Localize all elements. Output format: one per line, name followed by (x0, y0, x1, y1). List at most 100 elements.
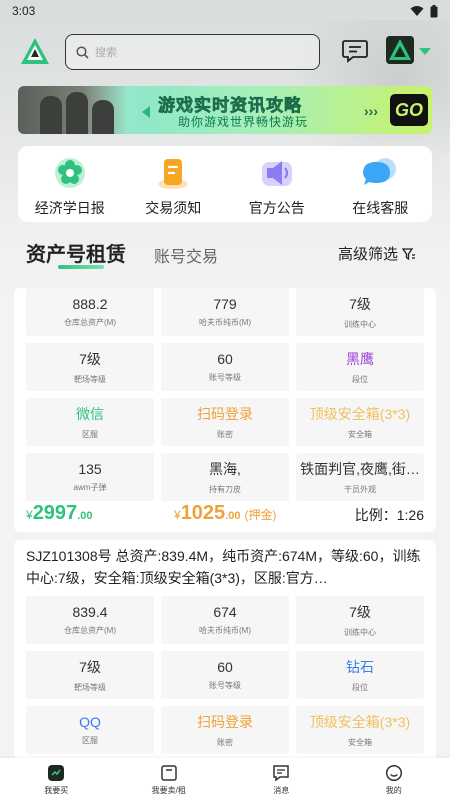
wifi-icon (410, 6, 424, 16)
nav-item-profile[interactable]: 我的 (338, 758, 450, 800)
quick-link-label: 经济学日报 (34, 200, 105, 216)
nav-item-messages[interactable]: 消息 (225, 758, 338, 800)
top-header: 搜索 (0, 30, 450, 74)
stat-label: 段位 (352, 375, 368, 384)
nav-label: 我的 (385, 786, 402, 795)
tab-asset-rental[interactable]: 资产号租赁 (26, 238, 126, 267)
listing-card[interactable]: SJZ101308号 总资产:839.4M，纯币资产:674M，等级:60，训练… (14, 540, 436, 760)
stat-cell: 钻石 段位 (296, 651, 424, 699)
stat-label: 持有刀皮 (209, 485, 241, 494)
stat-label: 区服 (82, 736, 98, 745)
battery-icon (430, 4, 438, 17)
price-row: ¥2997.00 ¥1025.00 (押金) 比例：1:26 (26, 502, 424, 526)
stat-cell: 微信 区服 (26, 398, 154, 446)
listing-title: SJZ101308号 总资产:839.4M，纯币资产:674M，等级:60，训练… (26, 548, 421, 586)
stat-cell: 779 哈夫币纯币(M) (161, 288, 289, 336)
stat-cell: 888.2 仓库总资产(M) (26, 288, 154, 336)
rental-price: ¥2997.00 (26, 502, 92, 525)
quick-link-trade-notice[interactable]: 交易须知 (122, 146, 226, 222)
banner-soldiers-art (18, 86, 128, 134)
stat-cell: 674 哈夫币纯币(M) (161, 596, 289, 644)
stat-label: 区服 (82, 430, 98, 439)
stat-cell: 839.4 仓库总资产(M) (26, 596, 154, 644)
profile-icon (385, 764, 402, 782)
speaker-icon (261, 161, 292, 186)
advanced-filter-button[interactable]: 高级筛选 (338, 243, 416, 264)
stat-value: 黑海, (209, 461, 241, 477)
stat-label: 账号等级 (209, 373, 241, 382)
chevron-down-icon[interactable] (419, 48, 431, 55)
stat-cell: 60 账号等级 (161, 343, 289, 391)
deposit-currency: ¥ (174, 508, 181, 522)
stat-value: 60 (217, 351, 233, 367)
stat-cell: 扫码登录 账密 (161, 706, 289, 754)
quick-link-label: 在线客服 (352, 200, 409, 216)
stat-value: 7级 (349, 296, 371, 312)
shop-bag-icon (48, 765, 65, 781)
stat-label: 仓库总资产(M) (64, 318, 116, 327)
nav-item-sell-rent[interactable]: 我要卖/租 (113, 758, 226, 800)
stat-label: 哈夫币纯币(M) (199, 626, 251, 635)
listing-card[interactable]: 888.2 仓库总资产(M) 779 哈夫币纯币(M) 7级 训练中心 7级 靶场等级 … (14, 288, 436, 532)
stat-cell: 黑鹰 段位 (296, 343, 424, 391)
banner-go-button[interactable]: GO (390, 94, 428, 126)
stat-value: 微信 (76, 406, 104, 422)
stat-label: 训练中心 (344, 320, 376, 329)
stat-value: QQ (79, 714, 101, 730)
flower-icon (54, 158, 85, 188)
quick-link-economics-daily[interactable]: 经济学日报 (18, 146, 122, 222)
stat-value: 扫码登录 (197, 406, 253, 422)
stat-cell: 黑海, 持有刀皮 (161, 453, 289, 501)
user-avatar[interactable] (386, 36, 414, 64)
search-placeholder: 搜索 (95, 47, 117, 59)
stat-value: 黑鹰 (346, 351, 374, 367)
stat-value: 钻石 (346, 659, 374, 675)
exchange-ratio: 比例：1:26 (354, 507, 424, 523)
chat-bubble-icon (363, 158, 397, 185)
tab-account-trade[interactable]: 账号交易 (154, 243, 218, 267)
stat-value: 779 (213, 296, 237, 312)
quick-link-customer-service[interactable]: 在线客服 (329, 146, 433, 222)
banner-arrow-icon (142, 106, 150, 118)
listing-stats-grid: 888.2 仓库总资产(M) 779 哈夫币纯币(M) 7级 训练中心 7级 靶场等级 … (26, 288, 424, 501)
stat-label: awm子弹 (73, 483, 107, 492)
promo-banner[interactable]: 游戏实时资讯攻略 助你游戏世界畅快游玩 ››› GO (18, 86, 432, 134)
stat-label: 靶场等级 (74, 683, 106, 692)
stat-value: 顶级安全箱(3*3) (309, 406, 411, 422)
nav-label: 消息 (273, 786, 290, 795)
stat-cell: 135 awm子弹 (26, 453, 154, 501)
nav-item-buy[interactable]: 我要买 (0, 758, 113, 800)
status-time: 3:03 (12, 4, 36, 18)
search-input[interactable]: 搜索 (65, 34, 320, 70)
message-center-icon[interactable] (342, 39, 368, 63)
advanced-filter-label: 高级筛选 (338, 246, 399, 263)
status-icons (410, 4, 438, 18)
document-icon (158, 159, 189, 189)
filter-icon (402, 247, 416, 260)
listing-stats-grid: 839.4 仓库总资产(M) 674 哈夫币纯币(M) 7级 训练中心 7级 靶场等级 … (26, 596, 424, 754)
tab-active-indicator (58, 265, 104, 269)
deposit-decimal: .00 (225, 510, 241, 522)
stat-cell: 铁面判官,夜鹰,街… 干员外观 (296, 453, 424, 501)
banner-subtitle: 助你游戏世界畅快游玩 (178, 115, 309, 129)
stat-value: 7级 (79, 659, 101, 675)
stat-label: 段位 (352, 683, 368, 692)
stat-label: 账号等级 (209, 681, 241, 690)
deposit-label: (押金) (244, 508, 277, 522)
stat-label: 账密 (217, 430, 233, 439)
stat-value: 扫码登录 (197, 714, 253, 730)
stat-cell: 60 账号等级 (161, 651, 289, 699)
box-icon (161, 765, 177, 781)
stat-value: 888.2 (72, 296, 108, 312)
listing-tabs: 资产号租赁 账号交易 高级筛选 (0, 234, 450, 274)
status-bar: 3:03 (0, 0, 450, 22)
quick-link-announcements[interactable]: 官方公告 (225, 146, 329, 222)
price-currency: ¥ (26, 508, 33, 522)
stat-label: 仓库总资产(M) (64, 626, 116, 635)
message-icon (273, 765, 289, 782)
stat-value: 顶级安全箱(3*3) (309, 714, 411, 730)
stat-value: 135 (78, 461, 102, 477)
quick-links: 经济学日报 交易须知 官方公告 在线客服 (18, 146, 432, 222)
stat-cell: 7级靶场等级 (26, 651, 154, 699)
stat-label: 账密 (217, 738, 233, 747)
